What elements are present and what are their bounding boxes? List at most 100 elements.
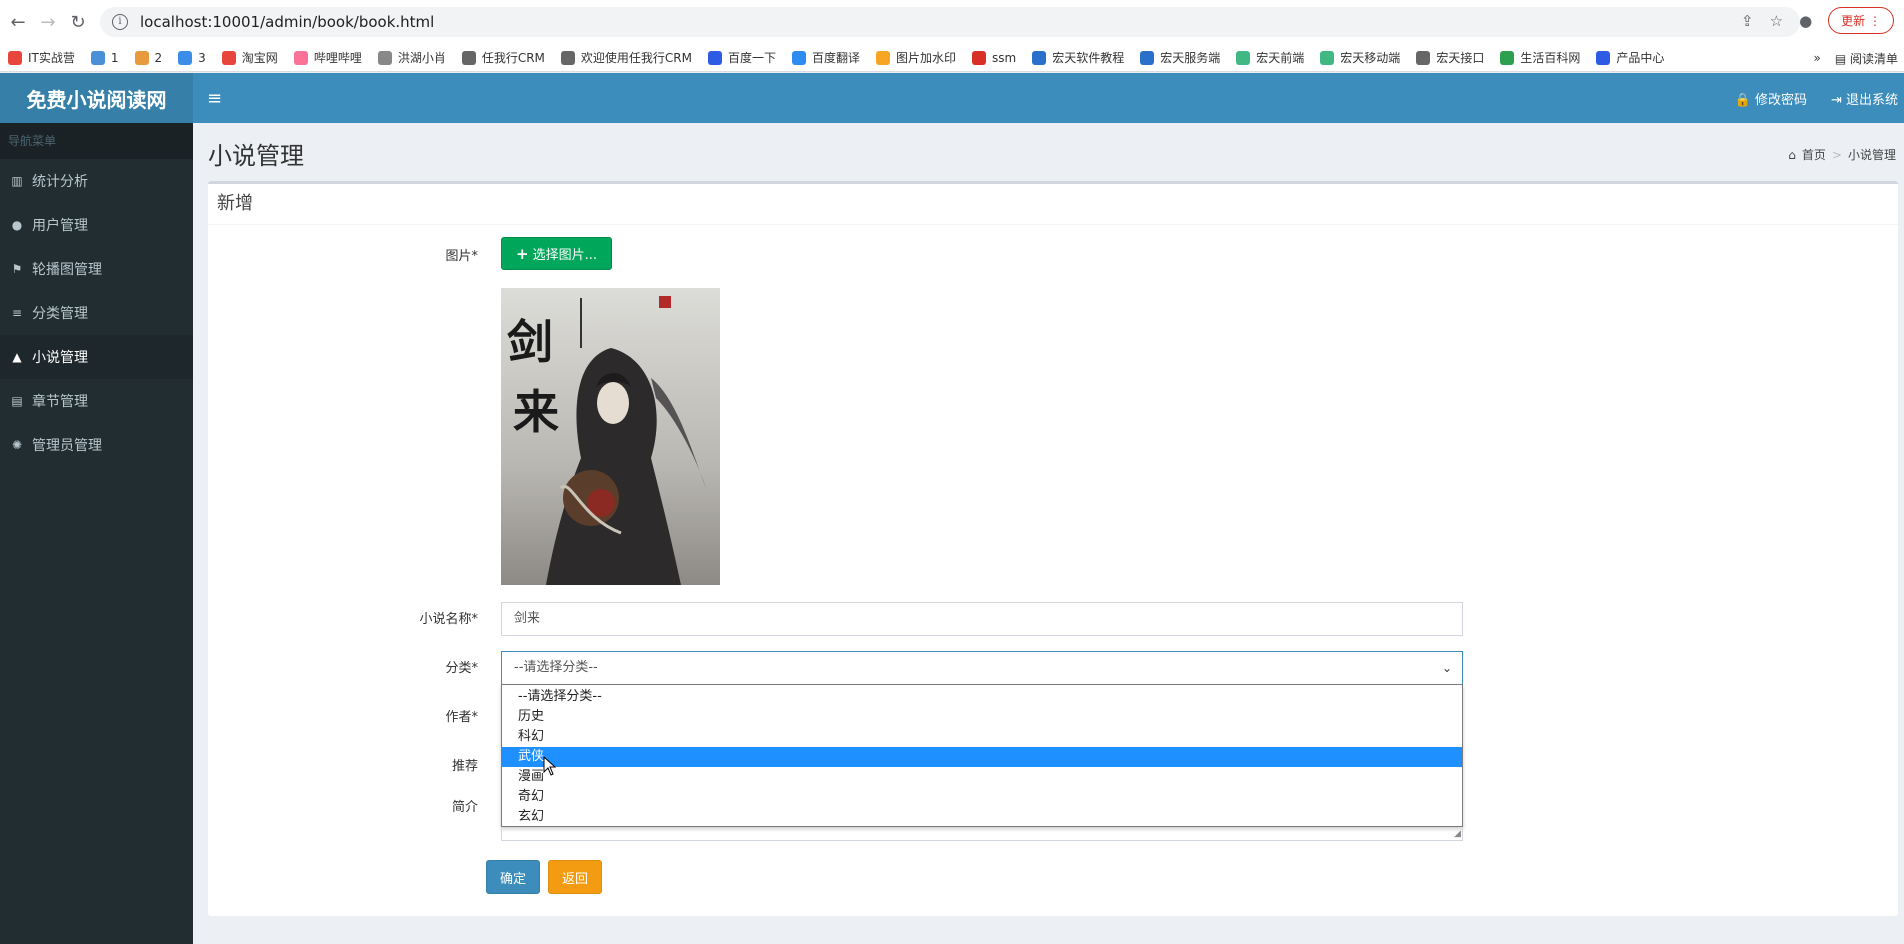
breadcrumb-separator: > — [1831, 147, 1842, 162]
bookmark-item[interactable]: ssm — [972, 50, 1017, 65]
home-icon: ⌂ — [1788, 147, 1796, 162]
image-label: 图片* — [445, 249, 478, 264]
bookmark-label: 生活百科网 — [1520, 51, 1581, 65]
bookmark-label: 欢迎使用任我行CRM — [580, 51, 692, 65]
file-icon: ▤ — [11, 394, 23, 408]
more-bookmarks-icon[interactable]: » — [1813, 51, 1820, 65]
site-info-icon[interactable]: i — [112, 14, 128, 30]
sidebar-item-carousel[interactable]: ⚑ 轮播图管理 — [0, 247, 193, 291]
bookmark-label: 宏天移动端 — [1340, 51, 1401, 65]
logout-link[interactable]: ⇥ 退出系统 — [1831, 89, 1898, 108]
category-dropdown[interactable]: --请选择分类-- 历史 科幻 武侠 漫画 奇幻 玄幻 — [501, 684, 1463, 827]
plus-icon: + — [516, 244, 529, 263]
update-button[interactable]: 更新 ⋮ — [1828, 7, 1894, 34]
bookmark-item[interactable]: 哔哩哔哩 — [293, 49, 362, 66]
forward-arrow-icon[interactable]: → — [36, 10, 60, 34]
bookmark-item[interactable]: 宏天接口 — [1416, 49, 1484, 66]
cover-image: 剑 来 — [501, 288, 720, 585]
sidebar-item-categories[interactable]: ≡ 分类管理 — [0, 291, 193, 335]
reading-list-button[interactable]: ▤ 阅读清单 — [1835, 50, 1898, 67]
bookmark-item[interactable]: 2 — [134, 50, 162, 65]
bookmark-item[interactable]: 图片加水印 — [876, 49, 956, 66]
bookmark-item[interactable]: 任我行CRM — [461, 49, 545, 66]
share-icon[interactable]: ⇪ — [1741, 12, 1754, 30]
bookmark-favicon-icon — [1236, 50, 1251, 65]
bookmark-item[interactable]: 欢迎使用任我行CRM — [560, 49, 692, 66]
confirm-button[interactable]: 确定 — [486, 860, 540, 894]
bookmark-item[interactable]: 生活百科网 — [1500, 49, 1580, 66]
category-option[interactable]: 武侠 — [502, 747, 1462, 767]
bookmark-favicon-icon — [1140, 50, 1155, 65]
bookmark-label: 图片加水印 — [896, 51, 957, 65]
bookmark-label: 宏天软件教程 — [1052, 51, 1125, 65]
select-image-button[interactable]: + 选择图片... — [501, 237, 612, 270]
bookmark-item[interactable]: 洪湖小肖 — [377, 49, 446, 66]
bookmark-item[interactable]: 3 — [178, 50, 206, 65]
bookmark-favicon-icon — [178, 50, 193, 65]
intro-textarea[interactable]: ◢ — [501, 827, 1463, 841]
bookmark-favicon-icon — [377, 50, 392, 65]
sidebar-item-chapters[interactable]: ▤ 章节管理 — [0, 379, 193, 423]
resize-handle-icon[interactable]: ◢ — [1454, 829, 1461, 839]
select-image-label: 选择图片... — [532, 248, 597, 263]
bookmark-item[interactable]: 淘宝网 — [221, 49, 278, 66]
change-password-link[interactable]: 🔒 修改密码 — [1735, 89, 1807, 108]
star-icon[interactable]: ☆ — [1770, 12, 1783, 30]
bookmark-item[interactable]: 产品中心 — [1596, 49, 1664, 66]
back-button[interactable]: 返回 — [548, 860, 602, 894]
bookmark-label: 宏天前端 — [1256, 51, 1305, 65]
cover-title-char-2: 来 — [513, 385, 559, 439]
category-option[interactable]: --请选择分类-- — [502, 687, 1462, 707]
sidebar-item-admins[interactable]: ✺ 管理员管理 — [0, 423, 193, 467]
form-box: 新增 图片* + 选择图片... 剑 来 小说名称* 剑来 分类* --请选择分… — [208, 181, 1898, 916]
author-label: 作者* — [445, 710, 478, 725]
category-select[interactable]: --请选择分类-- ⌄ — [501, 651, 1463, 685]
profile-icon[interactable]: ● — [1799, 12, 1812, 30]
bookmark-favicon-icon — [221, 50, 236, 65]
sidebar-item-stats[interactable]: ▥ 统计分析 — [0, 159, 193, 203]
bookmark-item[interactable]: 1 — [90, 50, 119, 65]
bookmark-item[interactable]: 宏天移动端 — [1320, 49, 1400, 66]
back-arrow-icon[interactable]: ← — [6, 10, 30, 34]
bookmark-favicon-icon — [1416, 50, 1431, 65]
bookmark-favicon-icon — [293, 50, 308, 65]
bookmark-item[interactable]: 宏天软件教程 — [1032, 49, 1124, 66]
breadcrumb-home[interactable]: 首页 — [1802, 146, 1826, 163]
bookmark-favicon-icon — [792, 50, 807, 65]
sidebar-item-label: 章节管理 — [32, 394, 88, 410]
bookmark-item[interactable]: 百度一下 — [708, 49, 776, 66]
sidebar-item-label: 分类管理 — [32, 306, 88, 322]
bookmark-item[interactable]: IT实战营 — [8, 49, 75, 66]
sidebar-item-novels[interactable]: ▲ 小说管理 — [0, 335, 193, 379]
sidebar-item-users[interactable]: ● 用户管理 — [0, 203, 193, 247]
bookmark-item[interactable]: 宏天前端 — [1236, 49, 1304, 66]
sidebar-item-label: 小说管理 — [32, 350, 88, 366]
category-option[interactable]: 玄幻 — [502, 807, 1462, 827]
brand-logo[interactable]: 免费小说阅读网 — [0, 73, 193, 123]
url-text[interactable]: localhost:10001/admin/book/book.html — [140, 13, 434, 31]
category-option[interactable]: 历史 — [502, 707, 1462, 727]
bookmarks-bar: IT实战营 1 2 3 淘宝网 哔哩哔哩 洪湖小肖 任我行CRM 欢迎使用任我行CRM 百度一下 百… — [0, 44, 1904, 72]
lock-icon: ▲ — [12, 350, 22, 364]
breadcrumb: ⌂ 首页 > 小说管理 — [1788, 146, 1896, 163]
change-password-label: 修改密码 — [1754, 92, 1807, 108]
bookmark-item[interactable]: 宏天服务端 — [1140, 49, 1220, 66]
reading-list-label: 阅读清单 — [1849, 51, 1898, 66]
name-input[interactable]: 剑来 — [501, 602, 1463, 636]
category-option[interactable]: 奇幻 — [502, 787, 1462, 807]
menu-toggle-icon[interactable]: ≡ — [207, 88, 222, 109]
mouse-cursor-icon — [543, 756, 557, 776]
bookmark-label: ssm — [992, 50, 1017, 65]
box-title: 新增 — [208, 184, 1898, 225]
bookmark-label: 宏天服务端 — [1160, 51, 1221, 65]
bookmark-favicon-icon — [708, 50, 722, 65]
address-bar[interactable]: i localhost:10001/admin/book/book.html — [100, 7, 1800, 37]
category-option[interactable]: 漫画 — [502, 767, 1462, 787]
category-option[interactable]: 科幻 — [502, 727, 1462, 747]
bookmark-item[interactable]: 百度翻译 — [792, 49, 860, 66]
bookmark-favicon-icon — [134, 50, 149, 65]
bookmark-label: 宏天接口 — [1436, 51, 1485, 65]
bookmark-favicon-icon — [8, 50, 22, 65]
list-icon: ≡ — [11, 306, 23, 320]
reload-icon[interactable]: ↻ — [66, 10, 90, 34]
